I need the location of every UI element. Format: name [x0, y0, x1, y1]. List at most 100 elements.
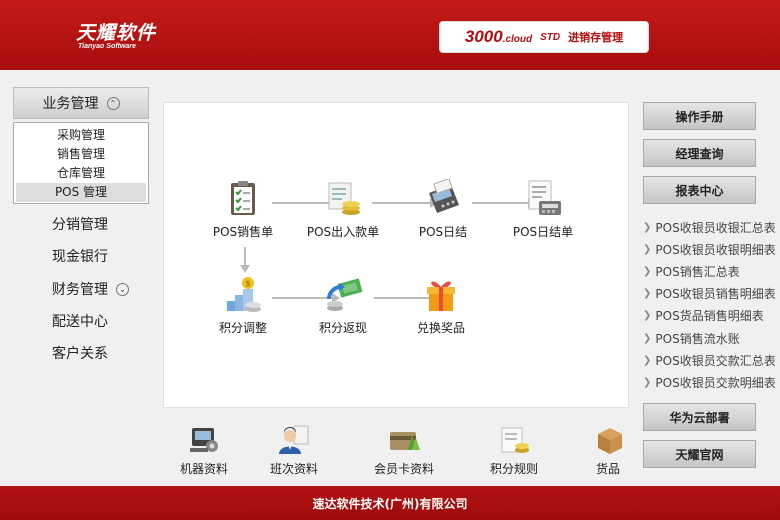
box-icon — [598, 428, 622, 454]
business-submenu: 采购管理 销售管理 仓库管理 POS 管理 — [13, 122, 149, 204]
report-link[interactable]: ❯ POS收银员销售明细表 — [643, 283, 780, 305]
flow-node-pos-cash-in-out[interactable]: POS出入款单 — [288, 179, 398, 240]
logo: 天耀软件 Tianyao Software — [76, 18, 156, 50]
report-link[interactable]: ❯ POS销售汇总表 — [643, 260, 780, 282]
chevron-up-icon: ⌃ — [106, 96, 120, 110]
footer: 速达软件技术(广州)有限公司 — [0, 486, 780, 520]
chevron-down-icon: ⌄ — [116, 282, 129, 296]
tool-goods[interactable]: 货品 — [563, 424, 629, 477]
report-icon — [528, 180, 561, 215]
report-link-label: POS收银员销售明细表 — [655, 287, 776, 302]
person-icon — [279, 425, 309, 454]
submenu-pos[interactable]: POS 管理 — [16, 183, 146, 202]
tool-points-rules[interactable]: 积分规则 — [469, 424, 559, 477]
report-link-label: POS收银员交款明细表 — [655, 375, 776, 390]
tool-label: 会员卡资料 — [373, 462, 434, 476]
nav-customer-relations[interactable]: 客户关系 — [13, 338, 149, 368]
flow-node-pos-daily-settle[interactable]: POS日结 — [388, 179, 498, 240]
submenu-purchase[interactable]: 采购管理 — [16, 126, 146, 145]
report-link[interactable]: ❯ POS收银员收银汇总表 — [643, 216, 780, 238]
flow-node-label: POS销售单 — [212, 225, 274, 239]
tool-shift-data[interactable]: 班次资料 — [249, 424, 339, 477]
tool-label: 班次资料 — [269, 462, 318, 476]
bottom-toolbar: 机器资料 班次资料 会员卡资料 积分规则 货品 — [163, 414, 629, 484]
flow-node-pos-daily-report[interactable]: POS日结单 — [488, 179, 598, 240]
clipboard-icon — [231, 181, 255, 215]
nav-finance-label: 财务管理 — [52, 282, 108, 298]
submenu-warehouse[interactable]: 仓库管理 — [16, 164, 146, 183]
report-link-label: POS收银员收银明细表 — [655, 242, 776, 257]
nav-distribution[interactable]: 分销管理 — [13, 209, 149, 239]
product-version-number: 3000 — [464, 27, 503, 46]
card-icon — [390, 432, 420, 450]
product-cloud-suffix: .cloud — [502, 34, 533, 45]
card-terminal-icon — [429, 179, 459, 213]
flow-node-redeem-prize[interactable]: 兑换奖品 — [386, 275, 496, 336]
coins-icon — [328, 182, 360, 215]
gift-icon — [427, 281, 455, 311]
report-link-label: POS货品销售明细表 — [655, 309, 764, 324]
chevron-right-icon: ❯ — [643, 288, 652, 300]
cashback-icon — [327, 278, 363, 311]
flow-node-label: 积分调整 — [218, 321, 267, 335]
report-link[interactable]: ❯ POS收银员交款明细表 — [643, 371, 780, 393]
report-link-label: POS销售流水账 — [655, 331, 740, 346]
flow-node-label: POS日结 — [418, 225, 468, 239]
nav-distribution-center-label: 配送中心 — [52, 314, 108, 330]
header-banner: 天耀软件 Tianyao Software 3000.cloud STD 进销存… — [0, 0, 780, 70]
flow-arrow-down — [240, 247, 250, 273]
product-badge: 3000.cloud STD 进销存管理 — [439, 21, 649, 53]
report-link-label: POS收银员收银汇总表 — [655, 220, 776, 235]
nav-distribution-center[interactable]: 配送中心 — [13, 306, 149, 336]
stairs-icon: $ — [227, 277, 261, 312]
flow-node-label: 积分返现 — [318, 321, 367, 335]
tool-label: 货品 — [595, 462, 620, 476]
nav-business-management[interactable]: 业务管理 ⌃ — [13, 87, 149, 119]
report-link[interactable]: ❯ POS货品销售明细表 — [643, 305, 780, 327]
chevron-right-icon: ❯ — [643, 376, 652, 388]
report-link[interactable]: ❯ POS收银员收银明细表 — [643, 238, 780, 260]
machine-icon — [190, 428, 218, 452]
report-link-label: POS销售汇总表 — [655, 264, 740, 279]
product-version: 3000.cloud — [465, 27, 532, 47]
report-link-label: POS收银员交款汇总表 — [655, 353, 776, 368]
huawei-cloud-button[interactable]: 华为云部署 — [643, 403, 756, 431]
tool-label: 积分规则 — [489, 462, 538, 476]
document-icon — [501, 427, 529, 453]
flow-node-label: 兑换奖品 — [416, 321, 465, 335]
flow-node-points-cashback[interactable]: 积分返现 — [288, 275, 398, 336]
footer-company: 速达软件技术(广州)有限公司 — [312, 496, 468, 511]
official-site-button[interactable]: 天耀官网 — [643, 440, 756, 468]
nav-customer-relations-label: 客户关系 — [52, 346, 108, 362]
nav-business-management-label: 业务管理 — [42, 96, 99, 112]
chevron-right-icon: ❯ — [643, 310, 652, 322]
manual-button[interactable]: 操作手册 — [643, 102, 756, 130]
flow-node-points-adjust[interactable]: $ 积分调整 — [188, 275, 298, 336]
tool-machine-data[interactable]: 机器资料 — [163, 424, 249, 477]
chevron-right-icon: ❯ — [643, 243, 652, 255]
nav-distribution-label: 分销管理 — [52, 217, 108, 233]
pos-flow-panel: POS销售单 POS出入款单 POS日结 POS日结单 $ 积分调整 积分返现 … — [163, 102, 629, 408]
submenu-sales[interactable]: 销售管理 — [16, 145, 146, 164]
nav-finance[interactable]: 财务管理 ⌄ — [13, 274, 149, 304]
product-edition: STD — [540, 31, 561, 43]
chevron-right-icon: ❯ — [643, 221, 652, 233]
logo-title: 天耀软件 — [76, 22, 157, 44]
svg-text:$: $ — [246, 279, 251, 288]
report-link[interactable]: ❯ POS销售流水账 — [643, 327, 780, 349]
flow-node-label: POS日结单 — [512, 225, 574, 239]
nav-cash-bank-label: 现金银行 — [52, 249, 108, 265]
product-name: 进销存管理 — [568, 31, 624, 44]
chevron-right-icon: ❯ — [643, 354, 652, 366]
flow-node-pos-sales[interactable]: POS销售单 — [188, 179, 298, 240]
report-center-button[interactable]: 报表中心 — [643, 176, 756, 204]
manager-query-button[interactable]: 经理查询 — [643, 139, 756, 167]
chevron-right-icon: ❯ — [643, 265, 652, 277]
flow-node-label: POS出入款单 — [306, 225, 380, 239]
report-list: ❯ POS收银员收银汇总表 ❯ POS收银员收银明细表 ❯ POS销售汇总表 ❯ POS… — [643, 216, 780, 394]
tool-label: 机器资料 — [179, 462, 228, 476]
tool-member-card-data[interactable]: 会员卡资料 — [359, 424, 449, 477]
nav-cash-bank[interactable]: 现金银行 — [13, 241, 149, 271]
chevron-right-icon: ❯ — [643, 332, 652, 344]
report-link[interactable]: ❯ POS收银员交款汇总表 — [643, 349, 780, 371]
